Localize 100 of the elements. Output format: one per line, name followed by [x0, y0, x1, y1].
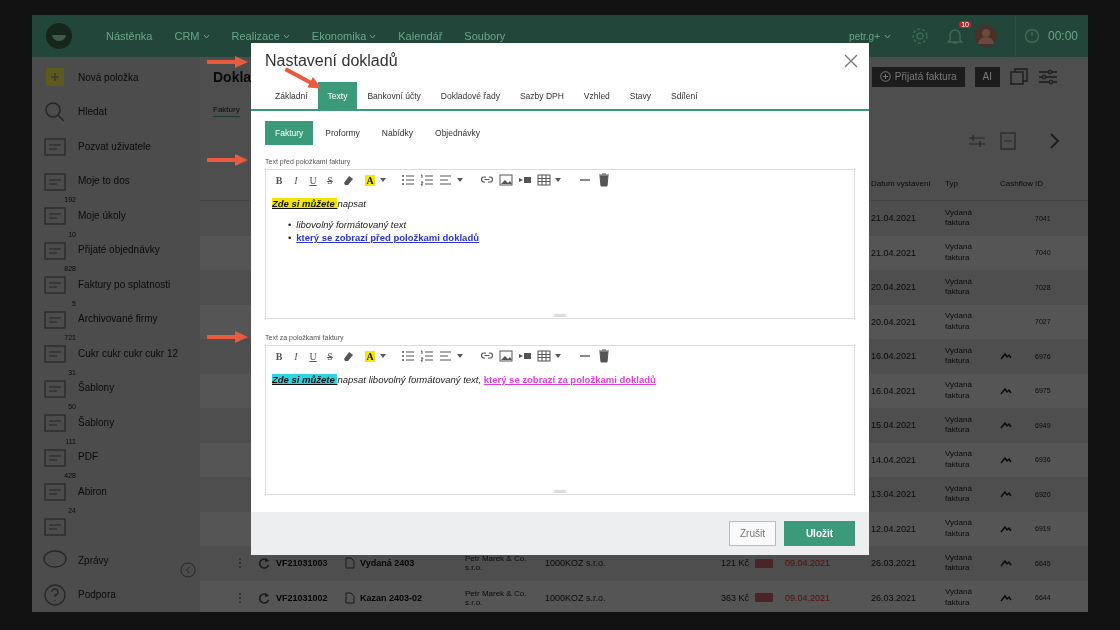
- sliders-icon[interactable]: [1038, 67, 1058, 86]
- tab[interactable]: Sdílení: [661, 82, 708, 109]
- image-icon[interactable]: [499, 349, 513, 363]
- nav-menu-item[interactable]: Nástěnka: [106, 30, 153, 42]
- sidebar-item[interactable]: Zprávy: [78, 554, 109, 566]
- tab[interactable]: Texty: [317, 82, 358, 109]
- sidebar-item[interactable]: Šablony: [78, 416, 115, 428]
- timer-value: 00:00: [1047, 29, 1078, 43]
- text-editor[interactable]: B I U S A Zde si můžete napsat • libovolný formátovaný text • který se zobrazí před položkami dokladů: [265, 169, 855, 319]
- nav-menu-item[interactable]: Realizace: [231, 30, 290, 42]
- resize-handle[interactable]: [554, 314, 566, 317]
- sidebar-item[interactable]: Abiron: [78, 485, 107, 497]
- bold-button[interactable]: B: [272, 350, 286, 362]
- bulleted-list-icon[interactable]: [401, 349, 415, 363]
- text-editor[interactable]: B I U S A Zde si můžete napsat libovolný formátovaný text, který se zobrazí za položkami dokladů: [265, 345, 855, 495]
- table-cell: 363 Kč: [720, 592, 749, 603]
- italic-button[interactable]: I: [289, 174, 303, 186]
- table-cell: 15.04.2021: [871, 420, 917, 431]
- strikethrough-button[interactable]: S: [323, 174, 337, 186]
- sidebar-item[interactable]: PDF: [78, 451, 98, 463]
- subtab[interactable]: Proformy: [315, 121, 370, 145]
- table-cell: 21.04.2021: [871, 247, 917, 258]
- chevron-right-icon[interactable]: [1048, 133, 1060, 150]
- underline-button[interactable]: U: [306, 174, 320, 186]
- document-icon: [43, 204, 67, 227]
- tab[interactable]: Vzhled: [573, 82, 620, 109]
- table-cell: 21.04.2021: [871, 213, 917, 224]
- refresh-icon[interactable]: [258, 557, 270, 570]
- numbered-list-icon[interactable]: [420, 349, 434, 363]
- column-header[interactable]: Cashflow: [1000, 178, 1035, 188]
- text-color-button[interactable]: A: [365, 350, 375, 362]
- nav-menu-item[interactable]: CRM: [174, 30, 210, 42]
- sidebar-item[interactable]: Archivované firmy: [78, 313, 158, 325]
- tab[interactable]: Bankovní účty: [357, 82, 431, 109]
- user-menu[interactable]: petr.g+: [849, 30, 891, 42]
- table-cell-text: Vydaná faktura: [945, 518, 973, 540]
- save-button[interactable]: Uložit: [784, 521, 855, 546]
- bullet: •: [288, 232, 292, 243]
- close-icon[interactable]: [844, 54, 858, 68]
- caret-icon[interactable]: [883, 33, 891, 39]
- sidebar-item[interactable]: Přijaté objednávky: [78, 244, 160, 256]
- text-color-button[interactable]: A: [365, 174, 375, 186]
- add-invoice-button[interactable]: Přijatá faktura: [871, 66, 965, 87]
- table-icon[interactable]: [537, 173, 551, 187]
- cancel-button[interactable]: Zrušit: [729, 521, 776, 546]
- caret-icon[interactable]: [555, 354, 561, 358]
- sidebar-item[interactable]: Šablony: [78, 382, 115, 394]
- numbered-list-icon[interactable]: [420, 173, 434, 187]
- nav-menu-item[interactable]: Kalendář: [398, 30, 443, 42]
- resize-handle[interactable]: [554, 490, 566, 493]
- refresh-icon[interactable]: [258, 591, 270, 604]
- tab[interactable]: Stavy: [619, 82, 662, 109]
- sidebar-item[interactable]: Faktury po splatnosti: [78, 278, 171, 290]
- table-cell-text: Vydaná faktura: [945, 311, 973, 333]
- nav-menu-item[interactable]: Soubory: [464, 30, 506, 42]
- sidebar-item[interactable]: Nová položka: [78, 71, 139, 83]
- column-header[interactable]: Typ: [945, 178, 1000, 188]
- underline-button[interactable]: U: [306, 350, 320, 362]
- subtab[interactable]: Objednávky: [425, 121, 490, 145]
- plus-icon: [879, 71, 891, 83]
- sidebar-item[interactable]: Hledat: [78, 106, 107, 118]
- sidebar-item[interactable]: Moje úkoly: [78, 209, 126, 221]
- caret-icon[interactable]: [380, 178, 386, 182]
- timer[interactable]: 00:00: [1014, 15, 1078, 57]
- sidebar-item[interactable]: Pozvat uživatele: [78, 140, 151, 152]
- table-cell: 1000KOZ s.r.o.: [545, 558, 606, 569]
- caret-icon[interactable]: [457, 354, 463, 358]
- subtab[interactable]: Faktury: [265, 121, 314, 145]
- copy-icon[interactable]: [1010, 67, 1028, 86]
- caret-icon[interactable]: [282, 33, 290, 39]
- trash-icon[interactable]: [597, 173, 611, 187]
- tab[interactable]: Základní: [265, 82, 318, 109]
- sidebar-item[interactable]: Cukr cukr cukr cukr 12: [78, 347, 179, 359]
- ai-button[interactable]: AI: [974, 66, 1000, 87]
- subtab[interactable]: Nabídky: [371, 121, 423, 145]
- sidebar-item[interactable]: Podpora: [78, 589, 116, 601]
- caret-icon[interactable]: [202, 33, 210, 39]
- image-icon[interactable]: [499, 173, 513, 187]
- document-icon: [43, 411, 67, 434]
- table-icon[interactable]: [537, 349, 551, 363]
- eraser-icon[interactable]: [341, 173, 355, 187]
- caret-icon[interactable]: [380, 354, 386, 358]
- annotation-arrow: [207, 153, 249, 167]
- document-icon[interactable]: [345, 591, 355, 604]
- trash-icon[interactable]: [597, 349, 611, 363]
- document-icon[interactable]: [345, 557, 355, 570]
- tab[interactable]: Dokladové řady: [430, 82, 510, 109]
- strikethrough-button[interactable]: S: [323, 350, 337, 362]
- add-icon: [45, 67, 65, 88]
- caret-icon[interactable]: [457, 178, 463, 182]
- bold-button[interactable]: B: [272, 174, 286, 186]
- caret-icon[interactable]: [555, 178, 561, 182]
- sidebar-item[interactable]: Moje to dos: [78, 175, 130, 187]
- logo-icon[interactable]: [46, 23, 72, 49]
- tab[interactable]: Sazby DPH: [509, 82, 574, 109]
- italic-button[interactable]: I: [289, 350, 303, 362]
- bulleted-list-icon[interactable]: [401, 173, 415, 187]
- nav-menu-item[interactable]: Ekonomika: [311, 30, 377, 42]
- eraser-icon[interactable]: [341, 349, 355, 363]
- caret-icon[interactable]: [369, 33, 377, 39]
